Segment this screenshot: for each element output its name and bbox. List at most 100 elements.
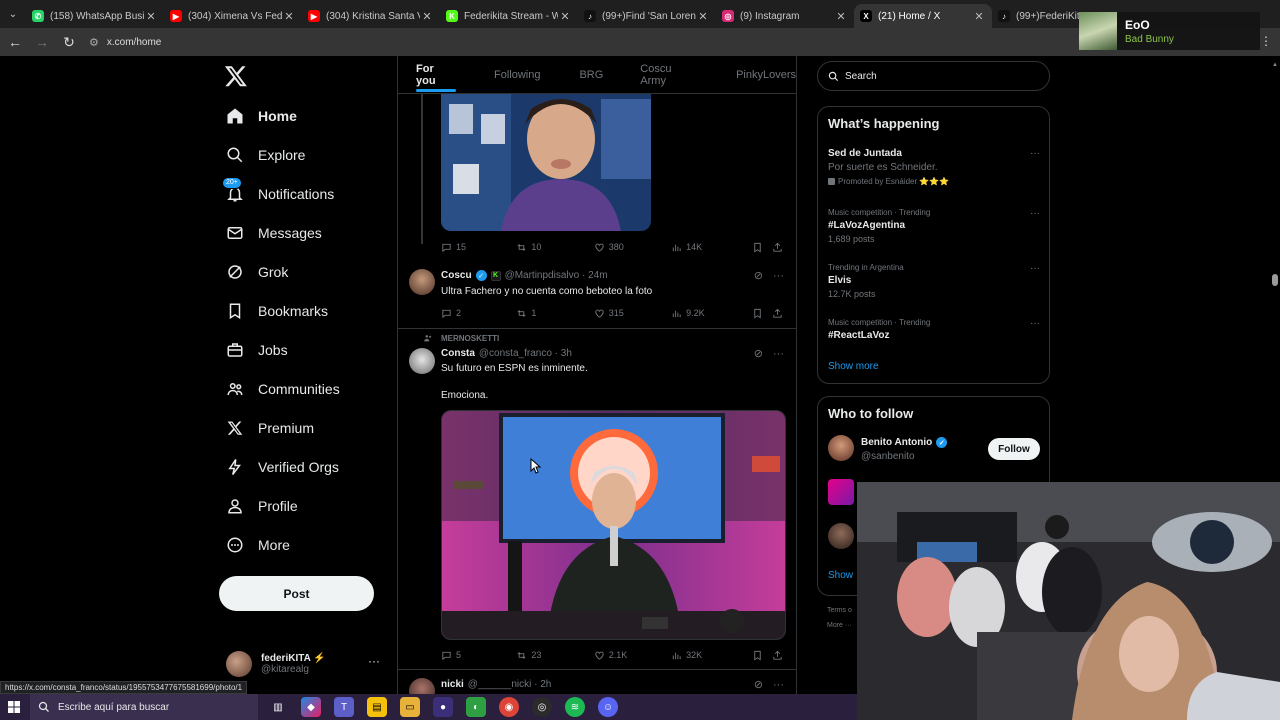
teams-icon[interactable]: T (334, 697, 354, 717)
more-icon[interactable]: ··· (1030, 148, 1040, 159)
close-icon[interactable]: ✕ (144, 10, 158, 23)
browser-tab[interactable]: ▶ (304) Ximena Vs Federikita✕ (164, 4, 302, 28)
repost-button[interactable]: 1 (516, 308, 593, 319)
copilot-icon[interactable]: ◆ (301, 697, 321, 717)
grok-icon[interactable]: ⊘ (754, 678, 763, 691)
close-icon[interactable]: ✕ (282, 10, 296, 23)
nav-more[interactable]: More (224, 530, 290, 560)
spotify-icon[interactable]: ≋ (565, 697, 585, 717)
like-button[interactable]: 315 (594, 308, 671, 319)
trend-item[interactable]: Trending in Argentina Elvis 12.7K posts … (828, 263, 1040, 299)
bookmark-button[interactable] (752, 242, 772, 253)
tab-brg[interactable]: BRG (579, 56, 603, 94)
account-menu-icon[interactable]: ··· (368, 654, 380, 668)
nav-verified-orgs[interactable]: Verified Orgs (224, 452, 339, 482)
task-view-icon[interactable]: ▥ (268, 697, 288, 717)
more-icon[interactable]: ··· (1030, 263, 1040, 274)
reply-button[interactable]: 5 (441, 650, 516, 661)
show-more-link[interactable]: Show (828, 570, 853, 581)
bookmark-button[interactable] (752, 308, 772, 319)
views-button[interactable]: 9.2K (671, 308, 752, 319)
nav-communities[interactable]: Communities (224, 374, 340, 404)
url-field[interactable]: ⚙ x.com/home (89, 36, 161, 49)
more-icon[interactable]: ··· (1030, 318, 1040, 329)
nav-premium[interactable]: Premium (224, 413, 314, 443)
browser-tab[interactable]: K Federikita Stream - Watch✕ (440, 4, 578, 28)
nav-grok[interactable]: Grok (224, 257, 288, 287)
author-name[interactable]: Coscu (441, 270, 472, 281)
browser-tab[interactable]: ✆ (158) WhatsApp Business✕ (26, 4, 164, 28)
forward-button[interactable]: → (30, 30, 54, 54)
more-icon[interactable]: ··· (773, 270, 784, 282)
avatar[interactable] (409, 269, 435, 295)
tweet-photo[interactable] (441, 410, 786, 640)
trend-item[interactable]: Music competition · Trending #LaVozAgent… (828, 208, 1040, 244)
more-icon[interactable]: ··· (773, 348, 784, 360)
taskbar-search-input[interactable]: Escribe aquí para buscar (30, 694, 258, 720)
windows-start-button[interactable] (0, 694, 28, 720)
close-icon[interactable]: ✕ (696, 10, 710, 23)
scrollbar-thumb[interactable] (1272, 274, 1278, 286)
close-icon[interactable]: ✕ (420, 10, 434, 23)
author-name[interactable]: Consta (441, 348, 475, 359)
trend-item[interactable]: Sed de Juntada Por suerte es Schneider. … (828, 148, 1040, 186)
site-info-icon[interactable]: ⚙ (89, 36, 99, 49)
search-input[interactable]: Search (817, 61, 1050, 91)
share-button[interactable] (772, 650, 787, 661)
app-icon[interactable]: ◐ (466, 697, 486, 717)
reload-button[interactable]: ↻ (57, 30, 81, 54)
grok-icon[interactable]: ⊘ (754, 347, 763, 360)
discord-icon[interactable]: ☺ (598, 697, 618, 717)
browser-tab[interactable]: ▶ (304) Kristina Santa VS Tia✕ (302, 4, 440, 28)
bookmark-button[interactable] (752, 650, 772, 661)
social-context[interactable]: MERNOSKETTI (423, 333, 499, 343)
sticky-notes-icon[interactable]: ▤ (367, 697, 387, 717)
views-button[interactable]: 32K (671, 650, 752, 661)
close-icon[interactable]: ✕ (834, 10, 848, 23)
follow-button[interactable]: Follow (988, 438, 1040, 460)
nav-notifications[interactable]: 20+ Notifications (222, 177, 334, 209)
reply-button[interactable]: 2 (441, 308, 516, 319)
repost-button[interactable]: 10 (516, 242, 593, 253)
nav-jobs[interactable]: Jobs (224, 335, 288, 365)
post-button[interactable]: Post (219, 576, 374, 611)
app-icon[interactable]: ◎ (532, 697, 552, 717)
back-button[interactable]: ← (3, 30, 27, 54)
account-switcher[interactable]: federiKITA ⚡ @kitarealg ··· (226, 648, 386, 680)
more-footer-link[interactable]: More ··· (827, 622, 852, 629)
tab-pinkylovers[interactable]: PinkyLovers (736, 56, 796, 94)
obs-icon[interactable]: ● (433, 697, 453, 717)
tab-search-chevron-icon[interactable]: ⌄ (0, 0, 26, 28)
chrome-icon[interactable]: ◉ (499, 697, 519, 717)
nav-messages[interactable]: Messages (224, 218, 322, 248)
nav-bookmarks[interactable]: Bookmarks (224, 296, 328, 326)
avatar[interactable] (409, 348, 435, 374)
tab-following[interactable]: Following (494, 56, 540, 94)
author-handle[interactable]: @______nicki · 2h (468, 679, 552, 690)
nav-profile[interactable]: Profile (224, 491, 298, 521)
author-handle[interactable]: @Martinpdisalvo · 24m (505, 270, 608, 281)
close-icon[interactable]: ✕ (558, 10, 572, 23)
browser-tab[interactable]: X (21) Home / X ✕ (854, 4, 992, 28)
follow-suggestion[interactable]: Benito Antonio ✓ @sanbenito Follow (828, 435, 1040, 465)
browser-menu-icon[interactable]: ⋮ (1260, 34, 1272, 48)
author-handle[interactable]: @consta_franco · 3h (479, 348, 572, 359)
terms-link[interactable]: Terms o (827, 607, 852, 614)
tab-coscu-army[interactable]: Coscu Army (640, 56, 699, 94)
views-button[interactable]: 14K (671, 242, 752, 253)
more-icon[interactable]: ··· (773, 679, 784, 691)
reply-button[interactable]: 15 (441, 242, 516, 253)
author-name[interactable]: nicki (441, 679, 464, 690)
file-explorer-icon[interactable]: ▭ (400, 697, 420, 717)
show-more-link[interactable]: Show more (828, 361, 879, 372)
nav-home[interactable]: Home (224, 101, 297, 131)
trend-item[interactable]: Music competition · Trending #ReactLaVoz… (828, 318, 1040, 341)
more-icon[interactable]: ··· (1030, 208, 1040, 219)
tab-for-you[interactable]: For you (416, 56, 456, 94)
like-button[interactable]: 2.1K (594, 650, 671, 661)
browser-tab[interactable]: ◎ (9) Instagram ✕ (716, 4, 854, 28)
nav-explore[interactable]: Explore (224, 140, 305, 170)
share-button[interactable] (772, 242, 787, 253)
tweet-photo[interactable] (441, 94, 651, 231)
close-icon[interactable]: ✕ (972, 10, 986, 23)
